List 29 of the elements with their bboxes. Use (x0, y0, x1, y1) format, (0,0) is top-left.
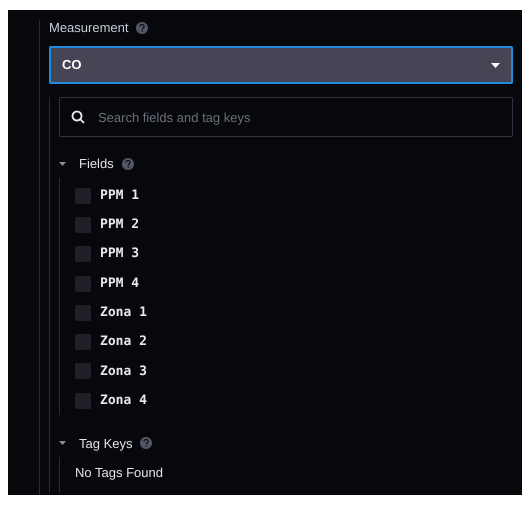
checkbox[interactable] (75, 392, 91, 409)
field-label[interactable]: Zona 1 (100, 303, 147, 323)
measurement-label: Measurement (49, 19, 128, 38)
tag-keys-heading[interactable]: Tag Keys (79, 434, 132, 454)
caret-icon (491, 62, 500, 68)
field-label[interactable]: Zona 3 (100, 362, 147, 382)
help-icon[interactable] (122, 158, 134, 170)
field-label[interactable]: PPM 3 (100, 244, 140, 264)
field-label[interactable]: Zona 2 (100, 332, 147, 352)
checkbox[interactable] (75, 276, 91, 292)
caret-icon[interactable] (59, 162, 66, 166)
search-field[interactable]: Search fields and tag keys (59, 97, 513, 137)
caret-icon[interactable] (59, 441, 66, 446)
checkbox[interactable] (75, 334, 91, 350)
empty-message: No Tags Found (75, 464, 163, 482)
fields-heading[interactable]: Fields (79, 154, 114, 174)
help-icon[interactable] (140, 437, 152, 450)
measurement-dropdown[interactable]: CO (49, 46, 513, 84)
search-icon (71, 110, 85, 124)
checkbox[interactable] (75, 246, 91, 262)
checkbox[interactable] (75, 188, 91, 204)
checkbox[interactable] (75, 363, 91, 380)
checkbox[interactable] (75, 304, 91, 321)
field-label[interactable]: Zona 4 (100, 390, 147, 410)
field-label[interactable]: PPM 1 (100, 186, 140, 206)
help-icon[interactable] (136, 22, 148, 34)
field-label[interactable]: PPM 2 (100, 215, 140, 235)
field-label[interactable]: PPM 4 (100, 274, 140, 294)
checkbox[interactable] (75, 216, 91, 233)
